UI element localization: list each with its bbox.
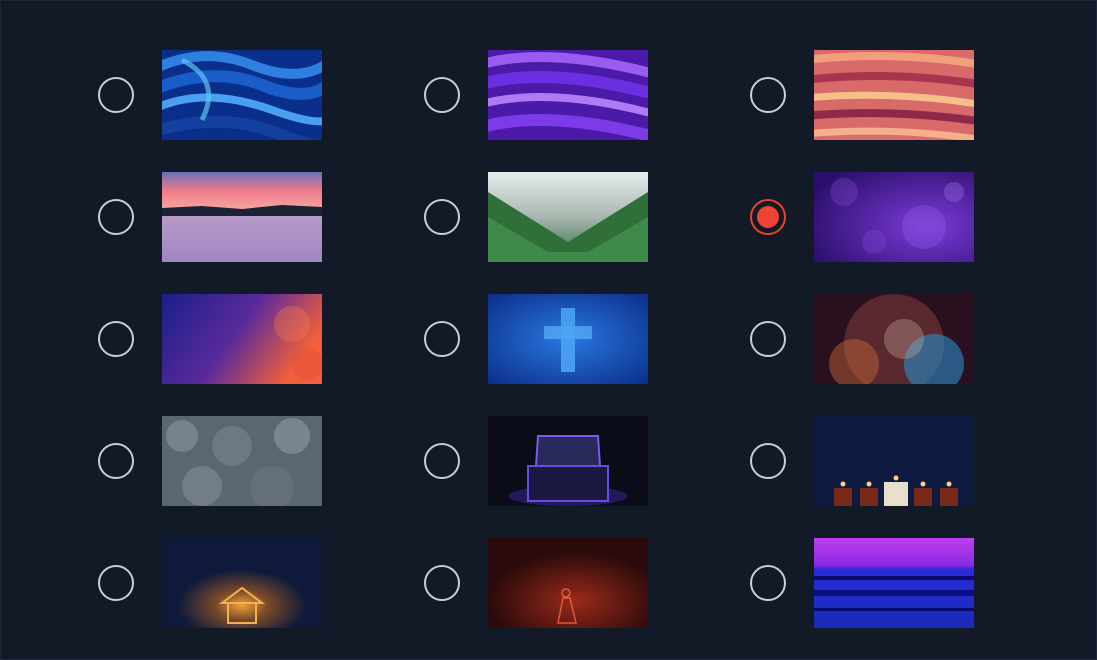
radio-button[interactable] [750, 321, 786, 357]
radio-button[interactable] [424, 77, 460, 113]
background-option[interactable] [750, 416, 1076, 538]
radio-button[interactable] [750, 443, 786, 479]
blue-cross-icon[interactable] [488, 294, 648, 384]
background-option[interactable] [750, 172, 1076, 294]
background-options-grid [0, 0, 1097, 660]
radio-button[interactable] [424, 321, 460, 357]
background-option[interactable] [424, 172, 750, 294]
blue-red-texture-icon[interactable] [162, 294, 322, 384]
radio-button[interactable] [424, 199, 460, 235]
blue-swirl-icon[interactable] [162, 50, 322, 140]
stable-light-icon[interactable] [162, 538, 322, 628]
coral-swirl-icon[interactable] [814, 50, 974, 140]
radio-button[interactable] [424, 443, 460, 479]
sunset-lake-icon[interactable] [162, 172, 322, 262]
purple-texture-icon[interactable] [814, 172, 974, 262]
snowy-forest-icon[interactable] [162, 416, 322, 506]
radio-button[interactable] [750, 565, 786, 601]
background-option[interactable] [98, 416, 424, 538]
background-option[interactable] [750, 538, 1076, 660]
radio-button[interactable] [424, 565, 460, 601]
background-option[interactable] [424, 538, 750, 660]
purple-swirl-icon[interactable] [488, 50, 648, 140]
background-option[interactable] [750, 50, 1076, 172]
radio-button[interactable] [98, 199, 134, 235]
background-option[interactable] [98, 50, 424, 172]
background-option[interactable] [424, 50, 750, 172]
glowing-box-icon[interactable] [488, 416, 648, 506]
advent-candles-icon[interactable] [814, 416, 974, 506]
background-option[interactable] [750, 294, 1076, 416]
abstract-grunge-icon[interactable] [814, 294, 974, 384]
background-option[interactable] [98, 294, 424, 416]
background-option[interactable] [424, 416, 750, 538]
background-option[interactable] [98, 538, 424, 660]
radio-button[interactable] [98, 321, 134, 357]
red-nativity-icon[interactable] [488, 538, 648, 628]
background-option[interactable] [98, 172, 424, 294]
radio-button[interactable] [98, 565, 134, 601]
radio-button[interactable] [98, 443, 134, 479]
radio-button[interactable] [750, 77, 786, 113]
radio-button-selected[interactable] [750, 199, 786, 235]
background-option[interactable] [424, 294, 750, 416]
magenta-blue-stripes-icon[interactable] [814, 538, 974, 628]
radio-button[interactable] [98, 77, 134, 113]
misty-forest-icon[interactable] [488, 172, 648, 262]
